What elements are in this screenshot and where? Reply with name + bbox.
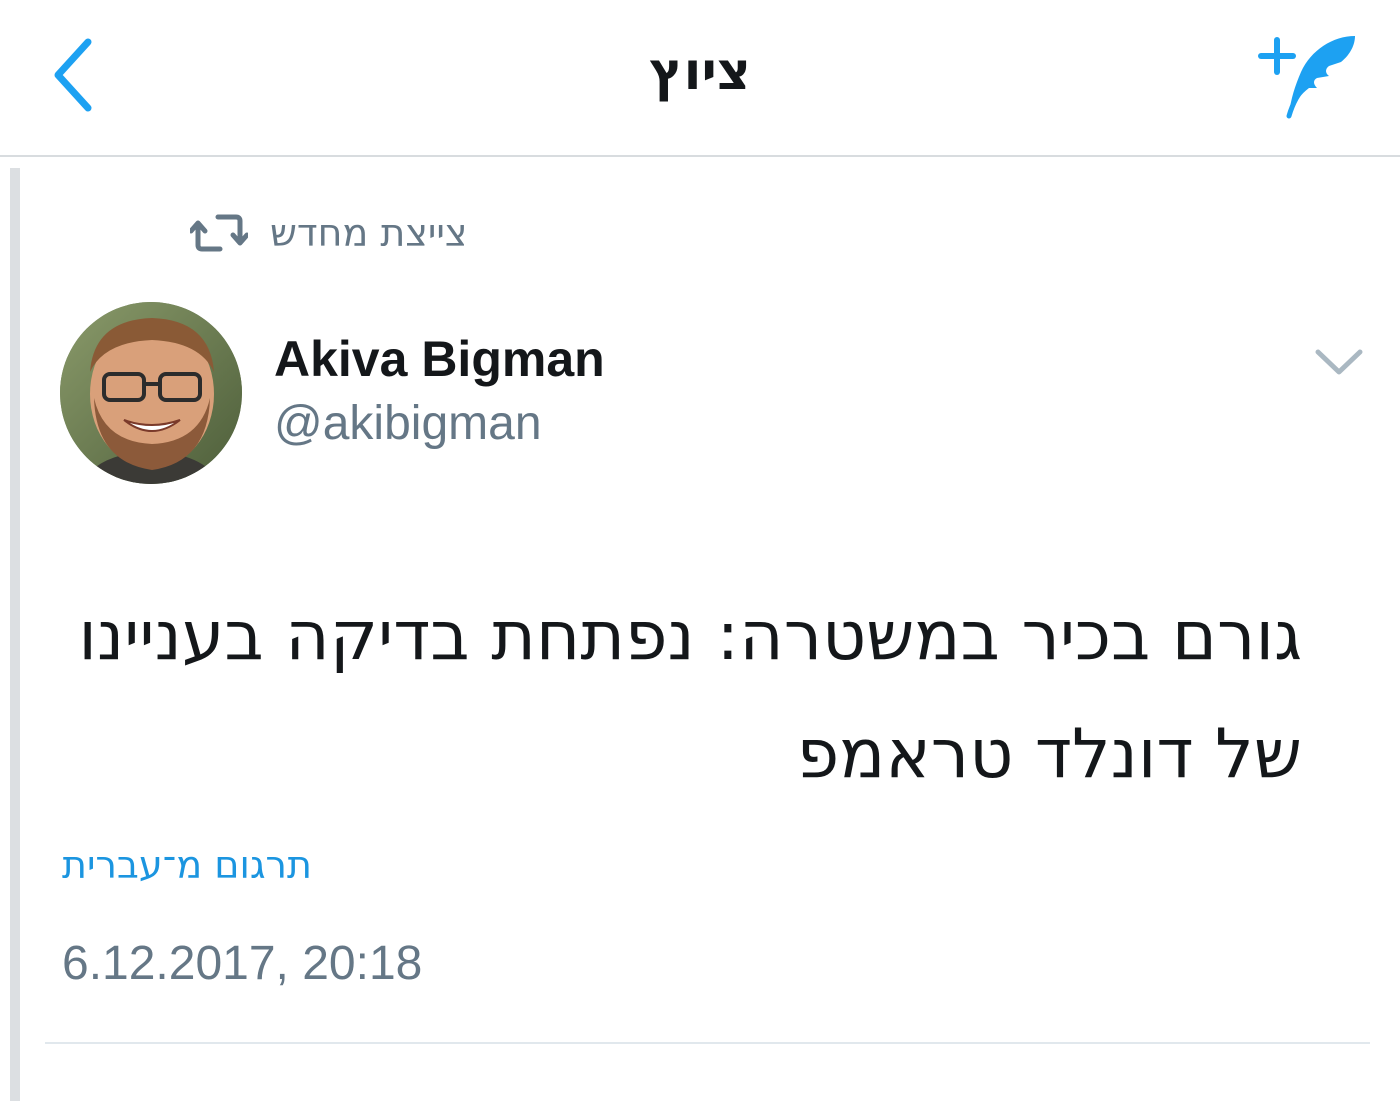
author-handle[interactable]: @akibigman [274, 396, 542, 451]
tweet-timestamp: 6.12.2017, 20:18 [62, 937, 423, 990]
avatar-photo [60, 302, 242, 484]
author-name[interactable]: Akiva Bigman [274, 330, 605, 388]
retweet-label: צייצת מחדש [270, 211, 468, 255]
thread-line [10, 168, 20, 1101]
translate-link[interactable]: תרגום מ־עברית [62, 843, 312, 887]
tweet-options-button[interactable] [1310, 340, 1368, 384]
compose-tweet-button[interactable] [1255, 28, 1365, 123]
page-title: ציוץ [649, 42, 751, 102]
tweet-text: גורם בכיר במשטרה: נפתחת בדיקה בעניינו של… [78, 597, 1302, 794]
retweet-icon [190, 214, 248, 252]
retweet-indicator: צייצת מחדש [190, 205, 467, 261]
top-navigation-bar: ציוץ [0, 0, 1400, 157]
divider [45, 1042, 1370, 1044]
avatar[interactable] [60, 302, 242, 484]
compose-tweet-icon [1258, 36, 1355, 119]
chevron-down-icon [1315, 349, 1363, 375]
